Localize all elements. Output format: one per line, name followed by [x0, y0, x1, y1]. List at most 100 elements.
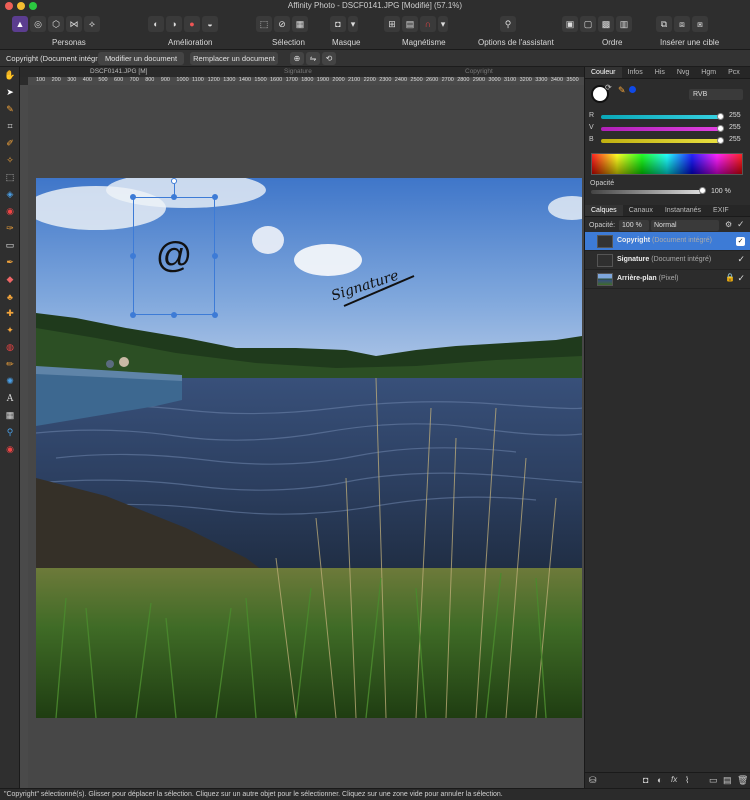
- blue-channel-knob[interactable]: [717, 137, 724, 144]
- flood-fill-tool-icon[interactable]: ◈: [0, 186, 20, 203]
- resize-handle-tc[interactable]: [171, 194, 177, 200]
- color-opacity-value[interactable]: 100 %: [711, 188, 731, 195]
- view-tool-icon[interactable]: ✋: [0, 67, 20, 84]
- export-persona-icon[interactable]: ⟡: [84, 16, 100, 32]
- develop-persona-icon[interactable]: ⬡: [48, 16, 64, 32]
- healing-brush-tool-icon[interactable]: ✚: [0, 305, 20, 322]
- tone-mapping-persona-icon[interactable]: ⋈: [66, 16, 82, 32]
- color-spectrum[interactable]: [591, 153, 743, 175]
- mesh-warp-tool-icon[interactable]: ▦: [0, 407, 20, 424]
- green-channel-knob[interactable]: [717, 125, 724, 132]
- blue-channel-slider[interactable]: B 255: [589, 136, 747, 146]
- replace-document-button[interactable]: Remplacer un document: [190, 52, 278, 65]
- red-channel-track[interactable]: [601, 115, 719, 119]
- tab-info[interactable]: Infos: [622, 67, 649, 78]
- clone-brush-tool-icon[interactable]: ♣: [0, 288, 20, 305]
- red-channel-slider[interactable]: R 255: [589, 112, 747, 122]
- liquify-persona-icon[interactable]: ◎: [30, 16, 46, 32]
- crop-tool-icon[interactable]: ⌗: [0, 118, 20, 135]
- add-group-icon[interactable]: ▭: [709, 775, 718, 786]
- rotate-icon[interactable]: ⟲: [322, 52, 336, 65]
- shape-tool-icon[interactable]: ✺: [0, 373, 20, 390]
- blue-channel-track[interactable]: [601, 139, 719, 143]
- move-to-back-icon[interactable]: ▣: [562, 16, 578, 32]
- layer-row-copyright[interactable]: Copyright (Document intégré) ✓: [585, 232, 750, 251]
- zoom-tool-icon[interactable]: ⚲: [0, 424, 20, 441]
- signature-object[interactable]: Signature: [326, 268, 418, 308]
- tab-brushes[interactable]: Pcx: [722, 67, 746, 78]
- red-channel-knob[interactable]: [717, 113, 724, 120]
- layer-visibility-all-icon[interactable]: ✓: [737, 219, 745, 230]
- grid-icon[interactable]: ⊞: [384, 16, 400, 32]
- insert-top-icon[interactable]: ⧈: [674, 16, 690, 32]
- tab-history[interactable]: His: [649, 67, 671, 78]
- red-channel-value[interactable]: 255: [729, 112, 741, 119]
- color-balance-icon[interactable]: ●: [184, 16, 200, 32]
- mask-dropdown-icon[interactable]: ▾: [348, 16, 358, 32]
- paint-brush-tool-icon[interactable]: ✑: [0, 220, 20, 237]
- guides-icon[interactable]: ▤: [402, 16, 418, 32]
- vertical-ruler[interactable]: [20, 85, 28, 788]
- snapping-magnet-icon[interactable]: ∩: [420, 16, 436, 32]
- edit-document-button[interactable]: Modifier un document: [98, 52, 184, 65]
- transform-origin-icon[interactable]: ⊕: [290, 52, 304, 65]
- blend-mode-select[interactable]: Normal: [651, 220, 719, 231]
- layers-opacity-field[interactable]: 100 %: [619, 220, 649, 231]
- layer-visibility-checkbox[interactable]: ✓: [737, 254, 745, 265]
- white-balance-icon[interactable]: ◒: [202, 16, 218, 32]
- tab-channels[interactable]: Canaux: [623, 205, 659, 216]
- color-mode-select[interactable]: RVB: [689, 89, 743, 100]
- resize-handle-bl[interactable]: [130, 312, 136, 318]
- color-opacity-knob[interactable]: [699, 187, 706, 194]
- green-channel-track[interactable]: [601, 127, 719, 131]
- swap-colors-icon[interactable]: ⟳: [605, 83, 612, 92]
- insert-inside-icon[interactable]: ⧆: [692, 16, 708, 32]
- document-photo[interactable]: [36, 178, 582, 718]
- layer-row-background[interactable]: Arrière-plan (Pixel) 🔒 ✓: [585, 270, 750, 289]
- eye-tool-icon[interactable]: ◉: [0, 441, 20, 458]
- resize-handle-mr[interactable]: [212, 253, 218, 259]
- tab-exif[interactable]: EXIF: [707, 205, 735, 216]
- stroke-swatch[interactable]: [629, 86, 636, 93]
- tab-layers[interactable]: Calques: [585, 205, 623, 216]
- marquee-tool-icon[interactable]: ⬚: [0, 169, 20, 186]
- resize-handle-ml[interactable]: [130, 253, 136, 259]
- contrast-icon[interactable]: ◑: [166, 16, 182, 32]
- red-eye-tool-icon[interactable]: ◍: [0, 339, 20, 356]
- resize-handle-tl[interactable]: [130, 194, 136, 200]
- green-channel-slider[interactable]: V 255: [589, 124, 747, 134]
- add-mask-icon[interactable]: ◘: [643, 775, 648, 785]
- document-tab[interactable]: DSCF0141.JPG [M]: [90, 68, 147, 75]
- live-filter-icon[interactable]: ⌇: [685, 775, 689, 786]
- quick-mask-icon[interactable]: ◘: [330, 16, 346, 32]
- fx-icon[interactable]: fx: [671, 775, 677, 784]
- eyedropper-icon[interactable]: ✎: [618, 85, 626, 96]
- layer-lock-icon[interactable]: 🔒: [725, 273, 735, 282]
- move-back-icon[interactable]: ▢: [580, 16, 596, 32]
- tab-navigator[interactable]: Nvg: [671, 67, 695, 78]
- erase-brush-tool-icon[interactable]: ▭: [0, 237, 20, 254]
- resize-handle-tr[interactable]: [212, 194, 218, 200]
- select-all-icon[interactable]: ⬚: [256, 16, 272, 32]
- selection-brush-tool-icon[interactable]: ✐: [0, 135, 20, 152]
- flood-select-tool-icon[interactable]: ✧: [0, 152, 20, 169]
- color-opacity-slider[interactable]: [591, 190, 701, 194]
- photo-persona-icon[interactable]: ▲: [12, 16, 28, 32]
- tab-snapshots[interactable]: Instantanés: [659, 205, 707, 216]
- assistant-icon[interactable]: ⚲: [500, 16, 516, 32]
- layer-visibility-checkbox[interactable]: ✓: [736, 237, 745, 246]
- add-layer-icon[interactable]: ▤: [723, 775, 732, 786]
- horizontal-ruler[interactable]: 100 200 300 400 500 600 700 800 900 1000 1100 1200 1…: [28, 77, 584, 85]
- deselect-icon[interactable]: ⊘: [274, 16, 290, 32]
- delete-layer-icon[interactable]: 🗑: [737, 775, 748, 786]
- resize-handle-br[interactable]: [212, 312, 218, 318]
- layer-settings-icon[interactable]: ⚙: [725, 220, 732, 229]
- layer-row-signature[interactable]: Signature (Document intégré) ✓: [585, 251, 750, 270]
- tab-histogram[interactable]: Hgm: [695, 67, 722, 78]
- move-tool-icon[interactable]: ➤: [0, 84, 20, 101]
- insert-behind-icon[interactable]: ⧉: [656, 16, 672, 32]
- pen-tool-icon[interactable]: ✏: [0, 356, 20, 373]
- dodge-brush-tool-icon[interactable]: ✒: [0, 254, 20, 271]
- adjustment-icon[interactable]: ◐: [657, 775, 662, 785]
- blemish-tool-icon[interactable]: ✦: [0, 322, 20, 339]
